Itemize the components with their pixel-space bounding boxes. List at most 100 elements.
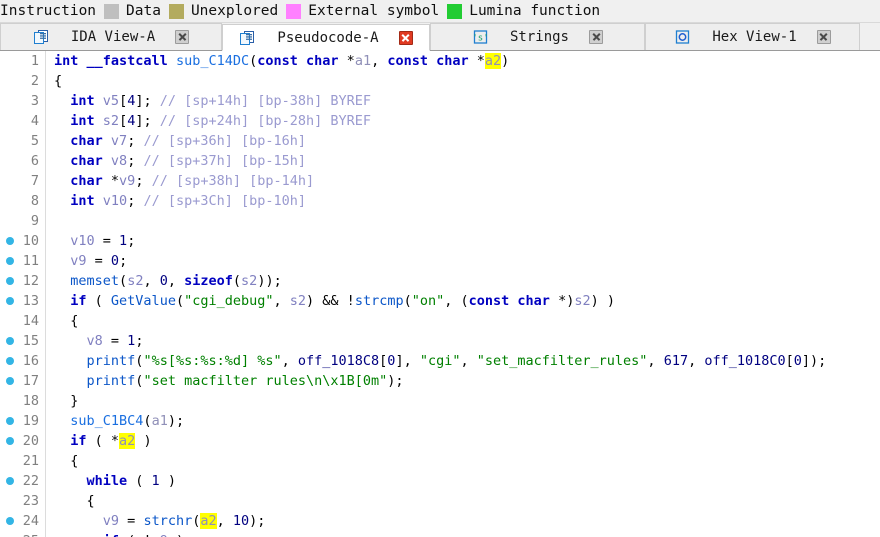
- code-punctuation: }: [54, 393, 79, 409]
- tab-pseudocode-a[interactable]: Pseudocode-A: [222, 24, 430, 51]
- code-line[interactable]: 20 if ( *a2 ): [0, 431, 880, 451]
- code-token: char: [70, 133, 103, 149]
- code-line[interactable]: 17 printf("set macfilter rules\n\x1B[0m"…: [0, 371, 880, 391]
- code-line[interactable]: 4 int s2[4]; // [sp+24h] [bp-28h] BYREF: [0, 111, 880, 131]
- hex-view-icon: [674, 28, 692, 46]
- code-punctuation: (: [86, 293, 111, 309]
- code-line-text[interactable]: {: [45, 311, 78, 331]
- code-token: GetValue: [110, 293, 176, 309]
- breakpoint-dot-icon[interactable]: [6, 437, 14, 445]
- code-line[interactable]: 21 {: [0, 451, 880, 471]
- document-view-icon: [239, 29, 257, 47]
- code-line[interactable]: 15 v8 = 1;: [0, 331, 880, 351]
- code-line-text[interactable]: v9 = 0;: [45, 251, 127, 271]
- code-token: memset: [70, 273, 120, 289]
- code-line[interactable]: 1 int __fastcall sub_C14DC(const char *a1…: [0, 51, 880, 71]
- svg-text:'s': 's': [472, 34, 488, 44]
- code-line[interactable]: 25 if ( !v9 ): [0, 531, 880, 537]
- breakpoint-dot-icon[interactable]: [6, 337, 14, 345]
- code-line[interactable]: 2{: [0, 71, 880, 91]
- code-punctuation: [54, 153, 70, 169]
- breakpoint-dot-icon[interactable]: [6, 297, 14, 305]
- code-line-text[interactable]: char v8; // [sp+37h] [bp-15h]: [45, 151, 306, 171]
- code-line-text[interactable]: int s2[4]; // [sp+24h] [bp-28h] BYREF: [45, 111, 371, 131]
- code-line-text[interactable]: char *v9; // [sp+38h] [bp-14h]: [45, 171, 314, 191]
- tab-strings[interactable]: 's' Strings: [430, 23, 645, 50]
- code-punctuation: ,: [167, 273, 185, 289]
- code-line[interactable]: 14 {: [0, 311, 880, 331]
- pseudocode-editor[interactable]: 1 int __fastcall sub_C14DC(const char *a1…: [0, 51, 880, 537]
- code-punctuation: (: [119, 273, 128, 289]
- line-number: 9: [30, 213, 39, 229]
- breakpoint-dot-icon[interactable]: [6, 417, 14, 425]
- tab-ida-view-a[interactable]: IDA View-A: [0, 23, 222, 50]
- code-line-text[interactable]: while ( 1 ): [45, 471, 176, 491]
- code-line-text[interactable]: v9 = strchr(a2, 10);: [45, 511, 265, 531]
- pseudocode-line-list[interactable]: 1 int __fastcall sub_C14DC(const char *a1…: [0, 51, 880, 537]
- code-token: s2: [127, 273, 144, 289]
- code-line-text[interactable]: v8 = 1;: [45, 331, 144, 351]
- code-punctuation: ;: [135, 333, 144, 349]
- code-line-text[interactable]: int v10; // [sp+3Ch] [bp-10h]: [45, 191, 306, 211]
- line-number: 18: [22, 393, 39, 409]
- code-token: 0: [159, 273, 168, 289]
- code-line-text[interactable]: memset(s2, 0, sizeof(s2));: [45, 271, 281, 291]
- code-line[interactable]: 24 v9 = strchr(a2, 10);: [0, 511, 880, 531]
- code-line[interactable]: 10 v10 = 1;: [0, 231, 880, 251]
- code-line[interactable]: 12 memset(s2, 0, sizeof(s2));: [0, 271, 880, 291]
- code-line-text[interactable]: sub_C1BC4(a1);: [45, 411, 184, 431]
- code-line[interactable]: 16 printf("%s[%s:%s:%d] %s", off_1018C8[…: [0, 351, 880, 371]
- code-line[interactable]: 9: [0, 211, 880, 231]
- breakpoint-dot-icon[interactable]: [6, 377, 14, 385]
- code-string-literal: "on": [411, 293, 445, 309]
- code-line-text[interactable]: v10 = 1;: [45, 231, 135, 251]
- breakpoint-dot-icon[interactable]: [6, 257, 14, 265]
- line-number: 3: [30, 93, 39, 109]
- tab-close-icon-ida-view-a[interactable]: [175, 30, 190, 44]
- code-line[interactable]: 22 while ( 1 ): [0, 471, 880, 491]
- code-line-text[interactable]: if ( GetValue("cgi_debug", s2) && !strcm…: [45, 291, 615, 311]
- code-punctuation: ,: [460, 353, 477, 369]
- code-line[interactable]: 18 }: [0, 391, 880, 411]
- code-line[interactable]: 13 if ( GetValue("cgi_debug", s2) && !st…: [0, 291, 880, 311]
- code-line-text[interactable]: int __fastcall sub_C14DC(const char *a1,…: [45, 51, 509, 71]
- code-punctuation: {: [54, 493, 95, 509]
- breakpoint-dot-icon[interactable]: [6, 277, 14, 285]
- breakpoint-dot-icon[interactable]: [6, 237, 14, 245]
- breakpoint-dot-icon[interactable]: [6, 477, 14, 485]
- code-line[interactable]: 3 int v5[4]; // [sp+14h] [bp-38h] BYREF: [0, 91, 880, 111]
- legend-item-external-symbol: External symbol: [278, 3, 439, 19]
- code-token: v9: [119, 173, 136, 189]
- tab-hex-view-1[interactable]: Hex View-1: [645, 23, 860, 50]
- code-line-text[interactable]: if ( *a2 ): [45, 431, 152, 451]
- breakpoint-dot-icon[interactable]: [6, 357, 14, 365]
- code-token: 0: [110, 253, 120, 269]
- code-punctuation: ) ): [590, 293, 615, 309]
- code-token: printf: [86, 373, 136, 389]
- code-line[interactable]: 7 char *v9; // [sp+38h] [bp-14h]: [0, 171, 880, 191]
- code-line[interactable]: 23 {: [0, 491, 880, 511]
- code-line-text[interactable]: int v5[4]; // [sp+14h] [bp-38h] BYREF: [45, 91, 371, 111]
- breakpoint-dot-icon[interactable]: [6, 517, 14, 525]
- code-line[interactable]: 5 char v7; // [sp+36h] [bp-16h]: [0, 131, 880, 151]
- view-tab-bar[interactable]: IDA View-A Pseudocode-A 's' Strings Hex …: [0, 23, 880, 51]
- code-line-text[interactable]: {: [45, 491, 95, 511]
- tab-close-icon-pseudocode-a[interactable]: [398, 30, 413, 45]
- code-token: s2: [102, 113, 120, 129]
- code-line[interactable]: 8 int v10; // [sp+3Ch] [bp-10h]: [0, 191, 880, 211]
- code-line-text[interactable]: if ( !v9 ): [45, 531, 184, 537]
- code-line[interactable]: 6 char v8; // [sp+37h] [bp-15h]: [0, 151, 880, 171]
- code-punctuation: ;: [127, 193, 144, 209]
- code-line-text[interactable]: char v7; // [sp+36h] [bp-16h]: [45, 131, 306, 151]
- code-line[interactable]: 11 v9 = 0;: [0, 251, 880, 271]
- code-line-text[interactable]: printf("%s[%s:%s:%d] %s", off_1018C8[0],…: [45, 351, 827, 371]
- code-line-text[interactable]: printf("set macfilter rules\n\x1B[0m");: [45, 371, 404, 391]
- code-line-text[interactable]: }: [45, 391, 78, 411]
- code-token: v8: [86, 333, 103, 349]
- tab-close-icon-strings[interactable]: [589, 30, 603, 44]
- code-line-text[interactable]: {: [45, 451, 78, 471]
- code-line-text[interactable]: {: [45, 71, 62, 91]
- code-line[interactable]: 19 sub_C1BC4(a1);: [0, 411, 880, 431]
- tab-close-icon-hex-view-1[interactable]: [816, 30, 831, 44]
- code-punctuation: [54, 293, 70, 309]
